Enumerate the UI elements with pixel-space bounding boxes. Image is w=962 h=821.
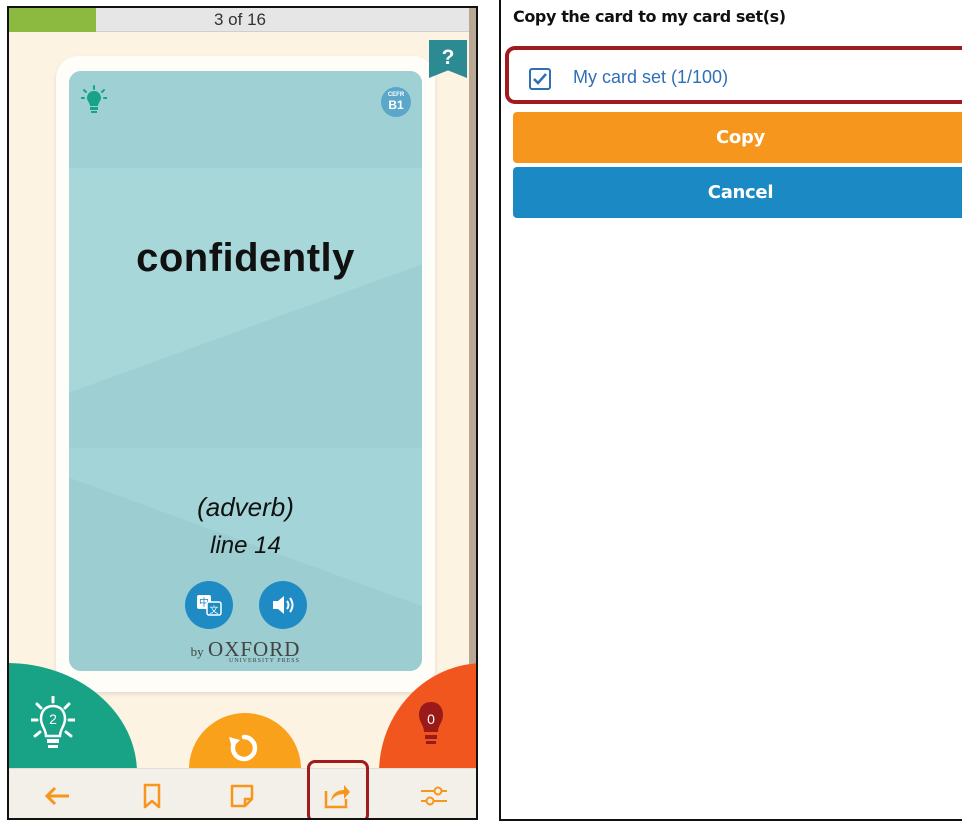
card-set-label: My card set (1/100) (573, 67, 729, 87)
cefr-level-badge: CEFR B1 (381, 87, 411, 117)
translate-button[interactable]: 中 文 (185, 581, 233, 629)
card-band-middle (69, 168, 422, 448)
rotate-icon (229, 734, 258, 762)
line-reference: line 14 (210, 532, 281, 559)
dialog-title: Copy the card to my card set(s) (513, 7, 786, 26)
unknown-count-bulb: 0 (409, 696, 453, 756)
audio-button[interactable] (259, 581, 307, 629)
card-set-option[interactable]: My card set (1/100) (505, 46, 962, 104)
copy-button[interactable]: Copy (513, 112, 962, 163)
copy-dialog: Copy the card to my card set(s) My card … (499, 0, 962, 821)
help-button[interactable]: ? (429, 40, 467, 78)
note-icon[interactable] (227, 781, 257, 811)
svg-text:文: 文 (209, 604, 218, 616)
progress-text: 3 of 16 (214, 10, 266, 29)
translate-icon: 中 文 (197, 595, 222, 616)
card-set-checkbox[interactable] (529, 68, 551, 90)
flashcard-screen: 3 of 16 CEFR B1 confidently (adverb) lin… (7, 6, 478, 820)
progress-bar: 3 of 16 (9, 8, 471, 32)
cefr-level: B1 (388, 98, 404, 112)
scrollbar[interactable] (469, 8, 476, 768)
checkmark-icon (533, 73, 547, 85)
flip-card-button[interactable] (189, 713, 301, 769)
back-arrow-icon[interactable] (42, 781, 72, 811)
part-of-speech: (adverb) (197, 492, 294, 522)
bottom-toolbar (9, 768, 476, 818)
publisher-sub: UNIVERSITY PRESS (229, 658, 300, 664)
unknown-count: 0 (427, 711, 435, 727)
settings-sliders-icon[interactable] (419, 781, 449, 811)
bookmark-icon[interactable] (137, 781, 167, 811)
lightbulb-hint-icon[interactable] (81, 85, 107, 115)
lightbulb-known-icon (29, 694, 77, 748)
publisher-by: by (190, 644, 204, 659)
card-word: confidently (136, 236, 355, 280)
oxford-logo: by OXFORD UNIVERSITY PRESS (69, 637, 422, 664)
card-band-top (69, 71, 422, 168)
card-frame: CEFR B1 confidently (adverb) line 14 中 文 (56, 56, 435, 692)
cancel-button[interactable]: Cancel (513, 167, 962, 218)
known-count-bulb: 2 (29, 694, 77, 762)
share-highlight-box (307, 760, 369, 818)
flashcard[interactable]: CEFR B1 confidently (adverb) line 14 中 文 (69, 71, 422, 671)
speaker-icon (273, 596, 294, 614)
known-count: 2 (49, 711, 57, 727)
